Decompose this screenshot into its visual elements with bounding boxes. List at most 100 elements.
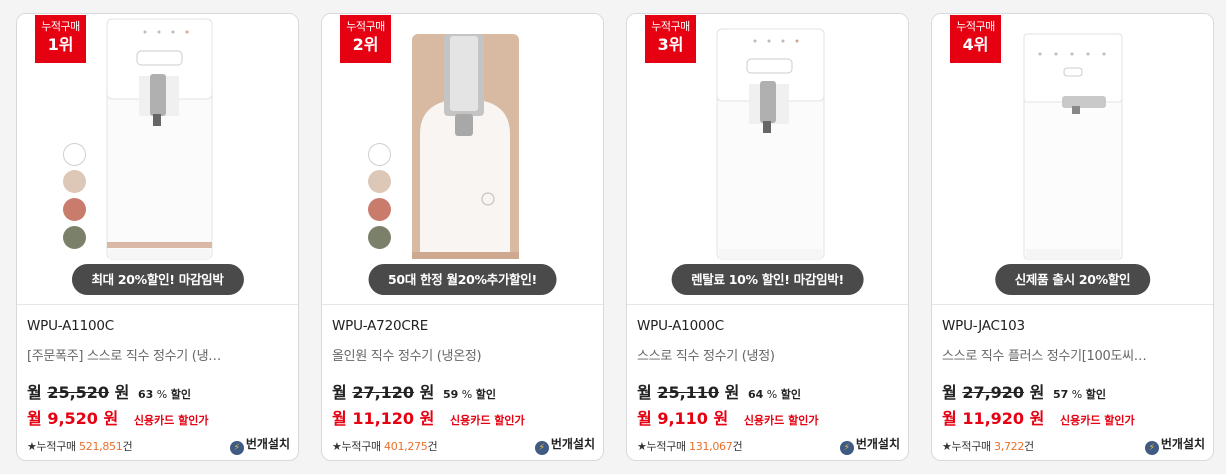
sold-label: ★누적구매	[942, 440, 991, 453]
rank-label: 누적구매	[956, 20, 995, 33]
orig-price-amount: 27,120	[352, 383, 415, 402]
sale-price-amount: 11,920	[962, 409, 1025, 428]
discount-label: 할인	[170, 388, 191, 401]
product-description[interactable]: [주문폭주] 스스로 직수 정수기 (냉…	[27, 345, 288, 364]
color-swatch-beige[interactable]	[63, 170, 86, 193]
sale-prefix: 월	[637, 409, 652, 428]
cumulative-sales: ★누적구매 521,851건	[27, 438, 133, 454]
model-name[interactable]: WPU-A1100C	[27, 318, 114, 334]
promo-badge: 50대 한정 월20%추가할인!	[368, 264, 557, 295]
discount-percent: 59	[442, 388, 459, 401]
rank-number: 3위	[657, 35, 684, 54]
discount-label: 할인	[780, 388, 801, 401]
product-card-4[interactable]: 누적구매 4위 신제품 출시 20%할인 WPU-JAC103 스스로 직수 플…	[931, 13, 1214, 461]
product-image-area[interactable]: 누적구매 1위 최대 20%할인! 마감임박	[17, 14, 298, 305]
sale-unit: 원	[713, 409, 729, 428]
color-swatch-olive[interactable]	[368, 226, 391, 249]
install-label: 번개설치	[855, 437, 900, 451]
percent-sign: %	[1071, 388, 1083, 401]
express-install-badge: ⚡ 번개설치	[534, 435, 595, 455]
lightning-bolt-icon: ⚡	[534, 441, 549, 455]
express-install-badge: ⚡ 번개설치	[1144, 435, 1205, 455]
sold-label: ★누적구매	[332, 440, 381, 453]
rank-badge: 누적구매 1위	[35, 15, 86, 63]
sale-price: 월 11,920 원 신용카드 할인가	[942, 405, 1135, 429]
rank-number: 2위	[352, 35, 379, 54]
product-image-area[interactable]: 누적구매 3위 렌탈료 10% 할인! 마감임박!	[627, 14, 908, 305]
sold-unit: 건	[122, 440, 133, 453]
rank-label: 누적구매	[41, 20, 80, 33]
sold-unit: 건	[427, 440, 438, 453]
rank-badge: 누적구매 4위	[950, 15, 1001, 63]
original-price: 월 25,520 원 63 % 할인	[27, 379, 191, 403]
original-price: 월 25,110 원 64 % 할인	[637, 379, 801, 403]
product-description[interactable]: 스스로 직수 정수기 (냉정)	[637, 345, 898, 364]
original-price: 월 27,920 원 57 % 할인	[942, 379, 1106, 403]
orig-prefix: 월	[942, 383, 957, 402]
percent-sign: %	[766, 388, 778, 401]
sold-count: 521,851	[79, 440, 123, 453]
sale-prefix: 월	[27, 409, 42, 428]
sale-unit: 원	[1029, 409, 1045, 428]
orig-prefix: 월	[27, 383, 42, 402]
sold-label: ★누적구매	[637, 440, 686, 453]
orig-price-amount: 27,920	[962, 383, 1025, 402]
color-swatch-olive[interactable]	[63, 226, 86, 249]
color-swatch-white[interactable]	[368, 143, 391, 166]
orig-unit: 원	[114, 383, 130, 402]
rank-badge: 누적구매 2위	[340, 15, 391, 63]
product-image-area[interactable]: 누적구매 2위 50대 한정 월20%추가할인!	[322, 14, 603, 305]
model-name[interactable]: WPU-A1000C	[637, 318, 724, 334]
color-swatch-beige[interactable]	[368, 170, 391, 193]
product-image-area[interactable]: 누적구매 4위 신제품 출시 20%할인	[932, 14, 1213, 305]
sold-count: 401,275	[384, 440, 428, 453]
sale-prefix: 월	[332, 409, 347, 428]
sale-price-amount: 11,120	[352, 409, 415, 428]
product-card-2[interactable]: 누적구매 2위 50대 한정 월20%추가할인! WPU-A720CRE 올인원…	[321, 13, 604, 461]
product-card-1[interactable]: 누적구매 1위 최대 20%할인! 마감임박 WPU-A1100C [주문폭주]…	[16, 13, 299, 461]
product-description[interactable]: 스스로 직수 플러스 정수기[100도씨…	[942, 345, 1203, 364]
sale-unit: 원	[103, 409, 119, 428]
install-label: 번개설치	[1160, 437, 1205, 451]
color-swatch-coral[interactable]	[368, 198, 391, 221]
orig-unit: 원	[1029, 383, 1045, 402]
express-install-badge: ⚡ 번개설치	[229, 435, 290, 455]
lightning-bolt-icon: ⚡	[229, 441, 244, 455]
orig-prefix: 월	[637, 383, 652, 402]
cumulative-sales: ★누적구매 3,722건	[942, 438, 1034, 454]
product-card-3[interactable]: 누적구매 3위 렌탈료 10% 할인! 마감임박! WPU-A1000C 스스로…	[626, 13, 909, 461]
card-discount-label: 신용카드 할인가	[743, 414, 819, 427]
percent-sign: %	[156, 388, 168, 401]
card-discount-label: 신용카드 할인가	[449, 414, 525, 427]
sold-count: 131,067	[689, 440, 733, 453]
color-swatch-coral[interactable]	[63, 198, 86, 221]
sale-price: 월 9,110 원 신용카드 할인가	[637, 405, 818, 429]
promo-badge: 최대 20%할인! 마감임박	[71, 264, 244, 295]
color-swatch-white[interactable]	[63, 143, 86, 166]
model-name[interactable]: WPU-A720CRE	[332, 318, 428, 334]
orig-prefix: 월	[332, 383, 347, 402]
product-description[interactable]: 올인원 직수 정수기 (냉온정)	[332, 345, 593, 364]
model-name[interactable]: WPU-JAC103	[942, 318, 1025, 334]
discount-label: 할인	[1085, 388, 1106, 401]
discount-percent: 64	[747, 388, 764, 401]
sold-count: 3,722	[994, 440, 1025, 453]
sold-unit: 건	[732, 440, 743, 453]
sale-prefix: 월	[942, 409, 957, 428]
cumulative-sales: ★누적구매 131,067건	[637, 438, 743, 454]
orig-price-amount: 25,110	[657, 383, 720, 402]
discount-percent: 63	[137, 388, 154, 401]
card-discount-label: 신용카드 할인가	[133, 414, 209, 427]
install-label: 번개설치	[550, 437, 595, 451]
install-label: 번개설치	[245, 437, 290, 451]
orig-price-amount: 25,520	[47, 383, 110, 402]
card-discount-label: 신용카드 할인가	[1059, 414, 1135, 427]
sold-unit: 건	[1024, 440, 1034, 453]
express-install-badge: ⚡ 번개설치	[839, 435, 900, 455]
discount-label: 할인	[475, 388, 496, 401]
sale-price: 월 9,520 원 신용카드 할인가	[27, 405, 208, 429]
original-price: 월 27,120 원 59 % 할인	[332, 379, 496, 403]
orig-unit: 원	[419, 383, 435, 402]
lightning-bolt-icon: ⚡	[839, 441, 854, 455]
promo-badge: 렌탈료 10% 할인! 마감임박!	[671, 264, 864, 295]
